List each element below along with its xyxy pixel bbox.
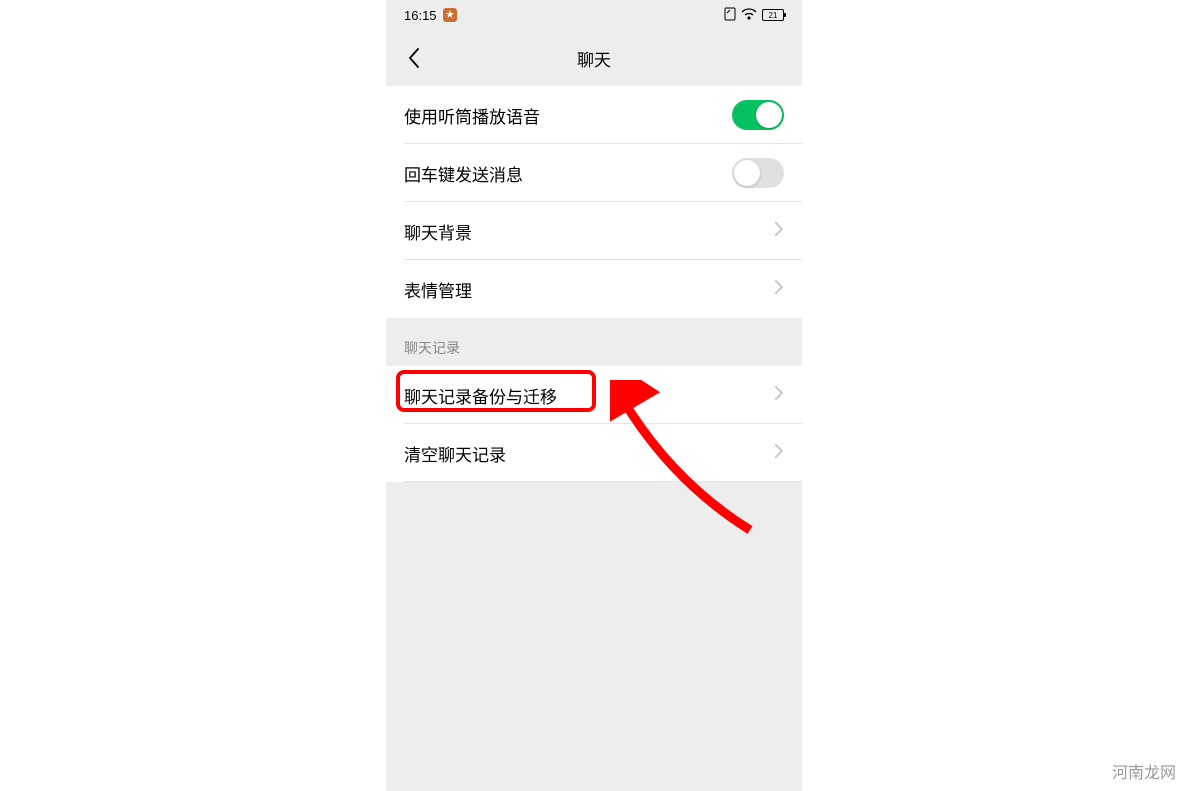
row-label: 回车键发送消息	[404, 161, 523, 186]
row-label: 聊天背景	[404, 219, 472, 244]
chevron-right-icon	[774, 385, 784, 406]
watermark: 河南龙网	[1112, 759, 1176, 783]
row-clear-history[interactable]: 清空聊天记录	[386, 424, 802, 482]
battery-icon: 21	[762, 9, 784, 21]
toggle-knob	[756, 102, 782, 128]
toggle-earpiece[interactable]	[732, 100, 784, 130]
chevron-left-icon	[407, 46, 421, 70]
row-chat-background[interactable]: 聊天背景	[386, 202, 802, 260]
chevron-right-icon	[774, 443, 784, 464]
status-bar: 16:15 21	[386, 0, 802, 30]
settings-group-2: 聊天记录备份与迁移 清空聊天记录	[386, 366, 802, 482]
status-left: 16:15	[404, 8, 457, 23]
toggle-enter-send[interactable]	[732, 158, 784, 188]
row-label: 聊天记录备份与迁移	[404, 383, 557, 408]
sim-icon	[724, 7, 736, 24]
app-notification-icon	[443, 8, 457, 22]
battery-text: 21	[769, 11, 778, 20]
row-label: 使用听筒播放语音	[404, 103, 540, 128]
status-right: 21	[724, 7, 784, 24]
row-backup-migrate[interactable]: 聊天记录备份与迁移	[386, 366, 802, 424]
status-time: 16:15	[404, 8, 437, 23]
row-enter-send[interactable]: 回车键发送消息	[386, 144, 802, 202]
row-earpiece-voice[interactable]: 使用听筒播放语音	[386, 86, 802, 144]
back-button[interactable]	[402, 46, 426, 70]
toggle-knob	[734, 160, 760, 186]
phone-screen: 16:15 21 聊天 使用听筒播放语音	[386, 0, 802, 791]
settings-group-1: 使用听筒播放语音 回车键发送消息 聊天背景 表情管理	[386, 86, 802, 318]
nav-header: 聊天	[386, 30, 802, 86]
section-header-history: 聊天记录	[386, 318, 802, 366]
wifi-icon	[741, 8, 757, 23]
chevron-right-icon	[774, 279, 784, 300]
chevron-right-icon	[774, 221, 784, 242]
row-label: 表情管理	[404, 277, 472, 302]
row-sticker-manage[interactable]: 表情管理	[386, 260, 802, 318]
row-label: 清空聊天记录	[404, 441, 506, 466]
page-title: 聊天	[577, 46, 611, 71]
